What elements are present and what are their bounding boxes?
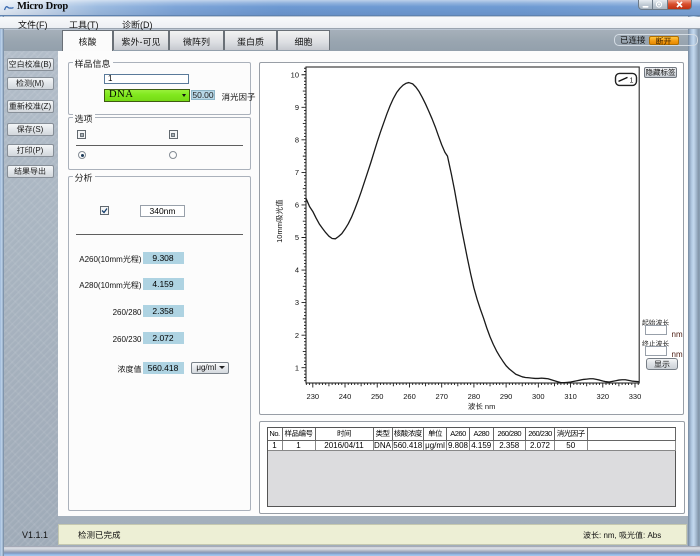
svg-text:300: 300 bbox=[532, 391, 545, 402]
svg-text:7: 7 bbox=[294, 167, 298, 178]
svg-text:240: 240 bbox=[338, 391, 351, 402]
svg-text:330: 330 bbox=[628, 391, 641, 402]
svg-text:波长 nm: 波长 nm bbox=[467, 401, 495, 412]
svg-text:250: 250 bbox=[370, 391, 383, 402]
svg-text:1: 1 bbox=[629, 75, 633, 85]
svg-text:4: 4 bbox=[294, 264, 298, 275]
svg-text:6: 6 bbox=[294, 199, 298, 210]
svg-text:270: 270 bbox=[435, 391, 448, 402]
svg-text:5: 5 bbox=[294, 232, 298, 243]
svg-text:310: 310 bbox=[564, 391, 577, 402]
svg-text:320: 320 bbox=[596, 391, 609, 402]
svg-text:2: 2 bbox=[294, 329, 298, 340]
svg-text:10: 10 bbox=[290, 69, 298, 80]
svg-text:3: 3 bbox=[294, 297, 298, 308]
svg-text:1: 1 bbox=[294, 362, 298, 373]
svg-text:290: 290 bbox=[499, 391, 512, 402]
svg-text:260: 260 bbox=[403, 391, 416, 402]
svg-text:10mm吸光值: 10mm吸光值 bbox=[274, 199, 285, 243]
svg-text:8: 8 bbox=[294, 134, 298, 145]
svg-text:230: 230 bbox=[306, 391, 319, 402]
svg-text:9: 9 bbox=[294, 101, 298, 112]
